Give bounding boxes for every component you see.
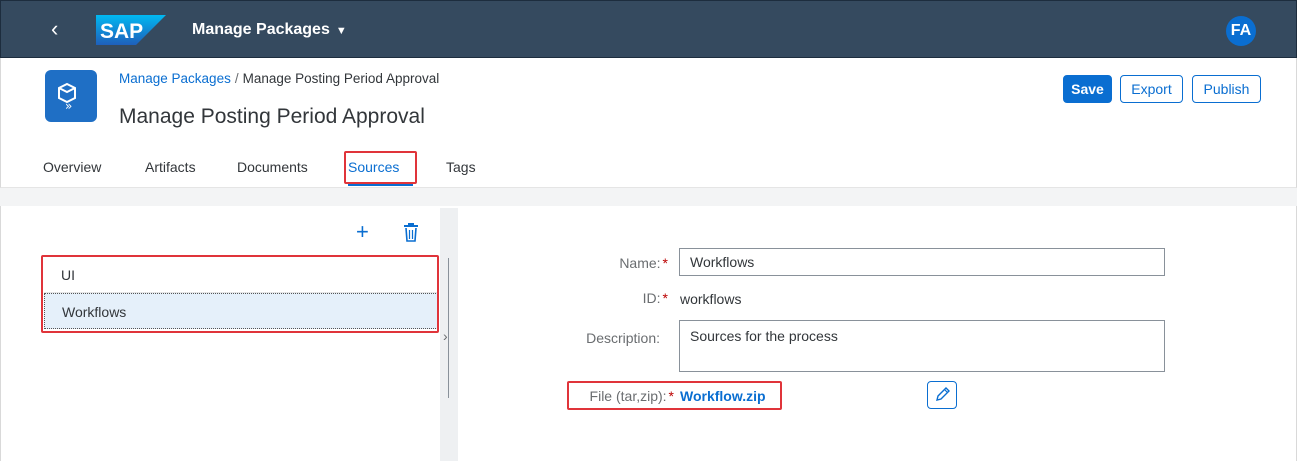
name-field[interactable]: Workflows — [679, 248, 1165, 276]
name-label: Name: * — [619, 255, 668, 271]
id-value: workflows — [680, 291, 742, 307]
breadcrumb-link[interactable]: Manage Packages — [119, 71, 231, 86]
tab-artifacts[interactable]: Artifacts — [145, 159, 196, 175]
sources-tab-highlight — [344, 151, 417, 184]
pencil-icon — [936, 387, 950, 401]
delete-icon[interactable] — [402, 222, 420, 242]
page-title: Manage Posting Period Approval — [119, 105, 425, 128]
edit-file-button[interactable] — [927, 381, 957, 409]
export-button[interactable]: Export — [1120, 75, 1183, 103]
description-field[interactable]: Sources for the process — [679, 320, 1165, 372]
content-top-band — [0, 188, 1297, 206]
tab-documents[interactable]: Documents — [237, 159, 308, 175]
app-title-menu[interactable]: Manage Packages ▼ — [192, 19, 347, 42]
shell-bar: ‹ SAP Manage Packages ▼ FA — [0, 0, 1297, 58]
breadcrumb-current: Manage Posting Period Approval — [242, 71, 440, 86]
tab-overview[interactable]: Overview — [43, 159, 101, 175]
breadcrumb: Manage Packages / Manage Posting Period Ap… — [119, 71, 439, 86]
required-marker: * — [662, 255, 668, 271]
app-title: Manage Packages — [192, 21, 330, 38]
publish-button[interactable]: Publish — [1192, 75, 1261, 103]
tab-tags[interactable]: Tags — [446, 159, 476, 175]
sap-logo: SAP — [96, 15, 166, 45]
required-marker: * — [662, 290, 668, 306]
sources-list-highlight — [41, 255, 439, 333]
svg-text:»: » — [65, 99, 72, 113]
back-button[interactable]: ‹ — [51, 17, 75, 41]
user-avatar[interactable]: FA — [1226, 16, 1256, 46]
file-row-highlight — [567, 381, 782, 410]
chevron-left-icon: ‹ — [51, 16, 59, 41]
save-button[interactable]: Save — [1063, 75, 1112, 103]
id-label: ID: * — [642, 290, 668, 306]
chevron-right-icon[interactable]: › — [443, 328, 448, 344]
splitter-grip — [448, 258, 449, 398]
description-label: Description: — [586, 330, 660, 346]
package-icon: » — [45, 70, 97, 122]
svg-text:SAP: SAP — [100, 20, 143, 43]
caret-down-icon: ▼ — [335, 25, 347, 37]
breadcrumb-separator: / — [234, 71, 239, 86]
add-icon[interactable]: + — [356, 221, 369, 243]
